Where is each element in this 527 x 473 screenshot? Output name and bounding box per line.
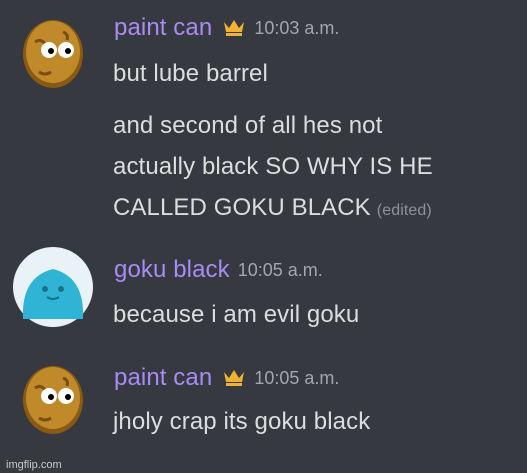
message-text: CALLED GOKU BLACK [113, 194, 371, 221]
message-header: goku black 10:05 a.m. [114, 256, 323, 284]
crown-icon [224, 20, 245, 36]
watermark: imgflip.com [6, 459, 62, 471]
timestamp[interactable]: 10:05 a.m. [254, 368, 339, 389]
message-text: and second of all hes not [113, 112, 383, 139]
message-text: jholy crap its goku black [113, 408, 371, 435]
message-text: but lube barrel [113, 60, 268, 87]
wallnut-avatar[interactable] [13, 358, 93, 438]
message-text: actually black SO WHY IS HE [113, 153, 433, 180]
crown-icon [224, 370, 245, 386]
timestamp[interactable]: 10:05 a.m. [238, 260, 323, 281]
timestamp[interactable]: 10:03 a.m. [254, 18, 339, 39]
message-header: paint can 10:05 a.m. [114, 364, 339, 392]
chat-window: { "messages": [ { "username": "paint can… [0, 0, 527, 473]
message-text: because i am evil goku [113, 301, 360, 328]
message-text-last-line: CALLED GOKU BLACK (edited) [113, 194, 432, 222]
edited-label: (edited) [376, 202, 432, 219]
blue-blob-avatar[interactable] [13, 247, 93, 327]
username[interactable]: goku black [114, 256, 230, 284]
message-header: paint can 10:03 a.m. [114, 14, 339, 42]
wallnut-avatar[interactable] [13, 12, 93, 92]
username[interactable]: paint can [114, 364, 212, 392]
username[interactable]: paint can [114, 14, 212, 42]
